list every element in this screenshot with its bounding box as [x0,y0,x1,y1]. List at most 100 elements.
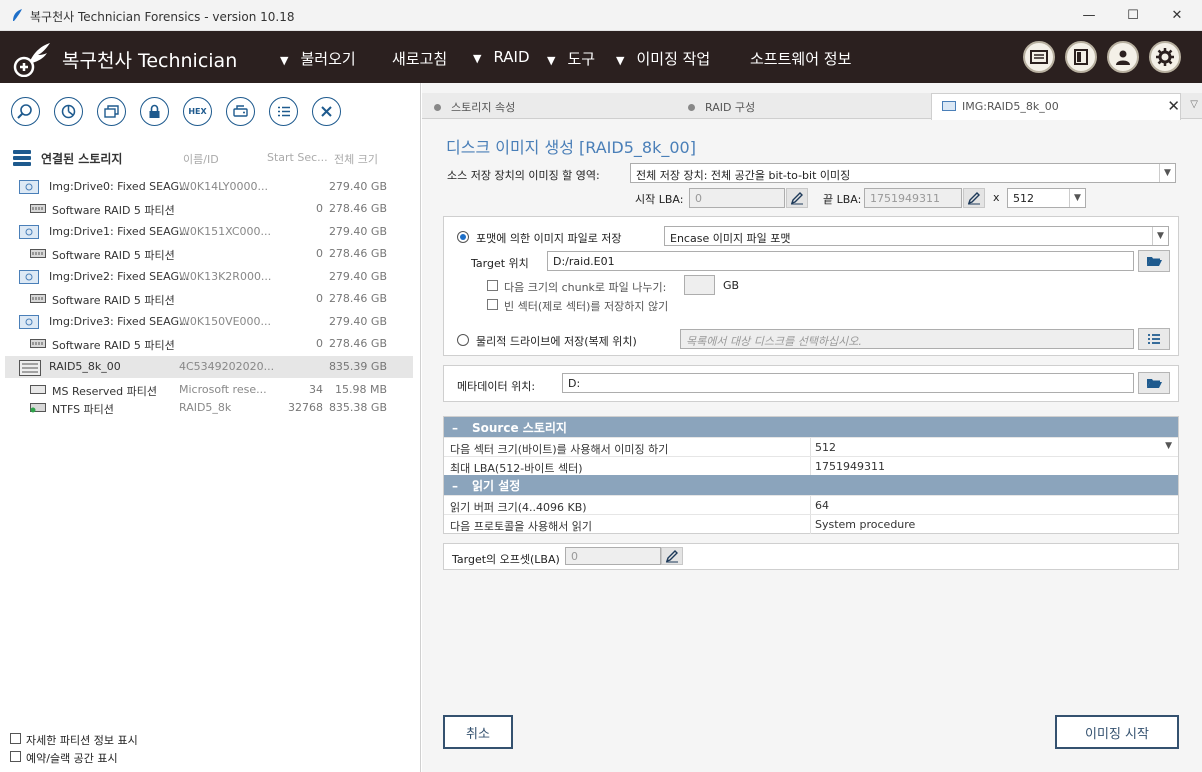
drive-button[interactable] [226,97,255,126]
prop-row-sector-size[interactable]: 다음 섹터 크기(바이트)를 사용해서 이미징 하기 512 ▼ [444,437,1178,457]
lock-button[interactable] [140,97,169,126]
prop-row-read-protocol[interactable]: 다음 프로토콜을 사용해서 읽기 System procedure [444,514,1178,534]
skip-empty-sectors-checkbox[interactable] [487,299,498,310]
edit-start-lba-button[interactable] [786,188,808,208]
split-chunk-checkbox[interactable] [487,280,498,291]
storage-item-id: RAID5_8k [179,401,232,414]
format-select[interactable]: Encase 이미지 파일 포맷 ▼ [664,226,1169,246]
cancel-button[interactable]: 취소 [443,715,513,749]
storage-item-name: NTFS 파티션 [52,403,114,416]
chart-icon [61,104,76,119]
storage-list-item[interactable]: NTFS 파티션 RAID5_8k 32768 835.38 GB [5,397,413,419]
metadata-label: 메타데이터 위치: [457,380,536,393]
edit-end-lba-button[interactable] [963,188,985,208]
app-logo-icon [13,9,22,21]
storage-item-id: W0K13K2R000... [179,270,272,283]
end-lba-input[interactable]: 1751949311 [864,188,962,208]
raid-array-icon [19,360,41,379]
close-tool-button[interactable] [312,97,341,126]
sector-size-select[interactable]: 512 ▼ [1007,188,1086,208]
start-lba-input[interactable]: 0 [689,188,785,208]
menu-about[interactable]: 소프트웨어 정보 [750,48,851,69]
start-lba-value: 0 [695,192,702,205]
prop-key: 다음 프로토콜을 사용해서 읽기 [450,520,593,533]
tab-menu-icon[interactable]: ▽ [1190,99,1198,110]
tab-storage-properties[interactable]: 스토리지 속성 [434,93,684,119]
prop-divider [810,515,811,534]
menu-load[interactable]: ▼ 불러오기 [280,48,356,69]
list-button[interactable] [269,97,298,126]
storage-item-size: 278.46 GB [328,247,387,260]
source-storage-header[interactable]: – Source 스토리지 [444,417,1178,437]
metadata-group: 메타데이터 위치: D: [443,365,1179,402]
detailed-partition-checkbox[interactable] [10,733,21,744]
settings-button[interactable] [1149,41,1181,73]
user-button[interactable] [1107,41,1139,73]
minimize-icon: — [1082,8,1096,23]
chevron-down-icon[interactable]: ▼ [1165,441,1172,451]
raid-partition-icon [30,247,46,262]
storage-list-item[interactable]: RAID5_8k_00 4C5349202020... 835.39 GB [5,356,413,378]
column-name[interactable]: 이름/ID [183,151,219,167]
minimize-button[interactable]: — [1067,0,1111,31]
dropdown-arrow-icon: ▼ [547,54,556,67]
reserved-slack-checkbox[interactable] [10,751,21,762]
target-disk-placeholder: 목록에서 대상 디스크를 선택하십시오. [686,335,862,348]
offset-label: Target의 오프셋(LBA) [452,553,560,566]
search-button[interactable] [11,97,40,126]
storage-list-item[interactable]: Img:Drive1: Fixed SEAG... W0K151XC000... 2… [5,221,413,243]
analysis-button[interactable] [54,97,83,126]
chunk-size-input[interactable] [684,275,715,295]
storage-list-item[interactable]: Software RAID 5 파티션 0 278.46 GB [5,333,413,355]
target-path-input[interactable]: D:/raid.E01 [547,251,1134,271]
raid-partition-icon [30,337,46,352]
partition-icon [30,383,46,398]
display-icon [1030,50,1048,64]
maximize-button[interactable]: ☐ [1111,0,1155,31]
search-icon [17,104,32,119]
save-file-radio[interactable] [457,231,469,243]
target-disk-input[interactable]: 목록에서 대상 디스크를 선택하십시오. [680,329,1134,349]
select-disk-button[interactable] [1138,328,1170,350]
save-drive-radio[interactable] [457,334,469,346]
column-start[interactable]: Start Sec... [267,151,328,164]
angel-logo-icon [13,43,50,77]
storage-item-size: 278.46 GB [328,202,387,215]
storage-list-item[interactable]: Img:Drive2: Fixed SEAG... W0K13K2R000... 2… [5,266,413,288]
pencil-icon [665,550,678,563]
menu-imaging[interactable]: ▼ 이미징 작업 [616,48,710,69]
storage-list-item[interactable]: Img:Drive0: Fixed SEAG... W0K14LY0000... 2… [5,176,413,198]
metadata-path-input[interactable]: D: [562,373,1134,393]
tab-raid-config[interactable]: RAID 구성 [688,93,938,119]
menu-tools[interactable]: ▼ 도구 [547,48,595,69]
panel-button[interactable] [1065,41,1097,73]
column-size[interactable]: 전체 크기 [334,151,378,167]
save-drive-label: 물리적 드라이브에 저장(복제 위치) [476,335,637,348]
storage-list-item[interactable]: Software RAID 5 파티션 0 278.46 GB [5,198,413,220]
drive-image-icon [19,270,39,287]
edit-offset-button[interactable] [661,547,683,565]
close-tab-icon[interactable]: ✕ [1167,97,1180,115]
copy-button[interactable] [97,97,126,126]
tab-img-raid[interactable]: IMG:RAID5_8k_00 [931,93,1181,120]
imaging-pane: 스토리지 속성 RAID 구성 IMG:RAID5_8k_00 ✕ ▽ 디스크 … [422,83,1202,772]
tab-dot-icon [688,104,695,111]
browse-target-button[interactable] [1138,250,1170,272]
offset-input[interactable]: 0 [565,547,661,565]
start-imaging-button[interactable]: 이미징 시작 [1055,715,1179,749]
read-settings-header[interactable]: – 읽기 설정 [444,475,1178,495]
source-area-select[interactable]: 전체 저장 장치: 전체 공간을 bit-to-bit 이미징 ▼ [630,163,1176,183]
storage-list-item[interactable]: Img:Drive3: Fixed SEAG... W0K150VE000... 2… [5,311,413,333]
storage-list-item[interactable]: Software RAID 5 파티션 0 278.46 GB [5,243,413,265]
menu-raid[interactable]: ▼ RAID [473,48,530,66]
storage-item-size: 835.39 GB [328,360,387,373]
hex-button[interactable]: HEX [183,97,212,126]
prop-row-read-buffer[interactable]: 읽기 버퍼 크기(4..4096 KB) 64 [444,495,1178,515]
offset-group: Target의 오프셋(LBA) 0 [443,543,1179,570]
browse-metadata-button[interactable] [1138,372,1170,394]
close-window-button[interactable]: ✕ [1155,0,1199,31]
storage-list-item[interactable]: Software RAID 5 파티션 0 278.46 GB [5,288,413,310]
menu-refresh[interactable]: 새로고침 [392,48,447,69]
folder-open-icon [1147,379,1162,388]
display-button[interactable] [1023,41,1055,73]
